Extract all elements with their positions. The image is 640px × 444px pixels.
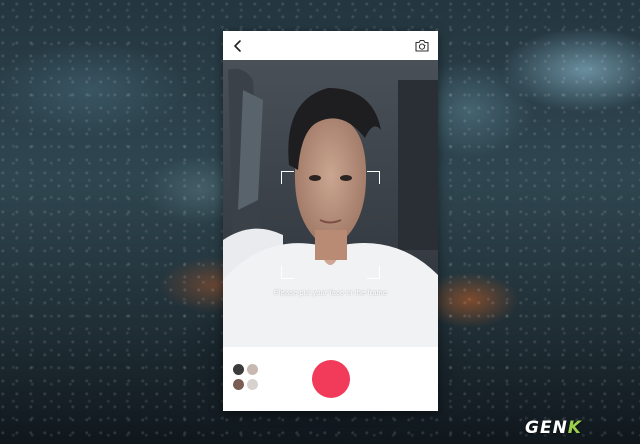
phone-screen: Please put your face in the frame xyxy=(223,31,438,411)
chevron-left-icon xyxy=(234,40,241,52)
face-gallery-button[interactable] xyxy=(233,364,259,392)
face-hint-text: Please put your face in the frame xyxy=(273,288,388,297)
face-thumbnail xyxy=(247,379,258,390)
genk-logo: GENK xyxy=(525,418,582,438)
switch-camera-button[interactable] xyxy=(414,38,430,53)
frame-corner-bottom-left xyxy=(281,266,294,279)
logo-main-text: GEN xyxy=(525,418,568,438)
face-thumbnail xyxy=(247,364,258,375)
frame-corner-bottom-right xyxy=(367,266,380,279)
logo-accent-text: K xyxy=(567,418,582,438)
record-button[interactable] xyxy=(312,360,350,398)
back-button[interactable] xyxy=(231,39,245,53)
top-bar xyxy=(223,31,438,60)
bottom-bar xyxy=(223,347,438,411)
face-frame xyxy=(281,171,380,279)
face-thumbnail xyxy=(233,379,244,390)
camera-switch-icon xyxy=(415,39,429,52)
camera-viewfinder: Please put your face in the frame xyxy=(223,60,438,347)
face-thumbnail xyxy=(233,364,244,375)
frame-corner-top-right xyxy=(367,171,380,184)
frame-corner-top-left xyxy=(281,171,294,184)
